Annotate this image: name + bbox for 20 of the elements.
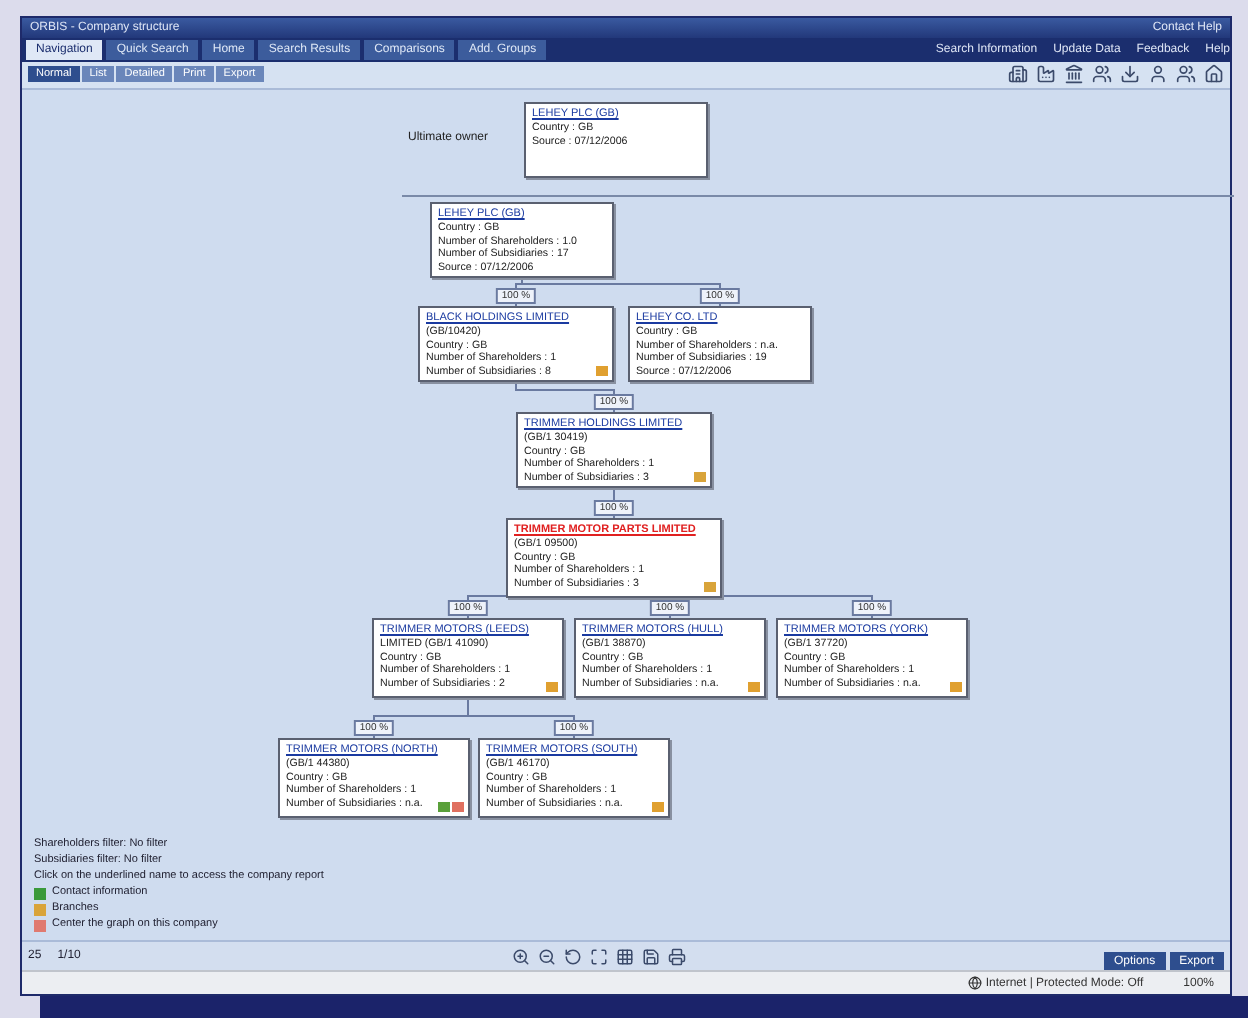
connector-line [467,697,575,740]
tool-icon[interactable] [563,947,582,966]
connector-line [515,381,615,414]
toolbar-icon[interactable] [1148,64,1168,85]
globe-icon [967,976,982,991]
tool-icon[interactable] [511,947,530,966]
tool-icon[interactable] [589,947,608,966]
toolbar-icon[interactable] [1008,64,1028,85]
tool-icon[interactable] [615,947,634,966]
toolbar-icon[interactable] [1204,64,1224,85]
toolbar-icon[interactable] [1064,64,1084,85]
tool-icon[interactable] [641,947,660,966]
tool-icon[interactable] [667,947,686,966]
toolbar-icon[interactable] [1092,64,1112,85]
toolbar-icon[interactable] [1176,64,1196,85]
flag-icon[interactable] [438,802,450,813]
toolbar-icon[interactable] [1120,64,1140,85]
toolbar-icon[interactable] [1036,64,1056,85]
flag-icon[interactable] [452,802,464,813]
tool-icon[interactable] [537,947,556,966]
